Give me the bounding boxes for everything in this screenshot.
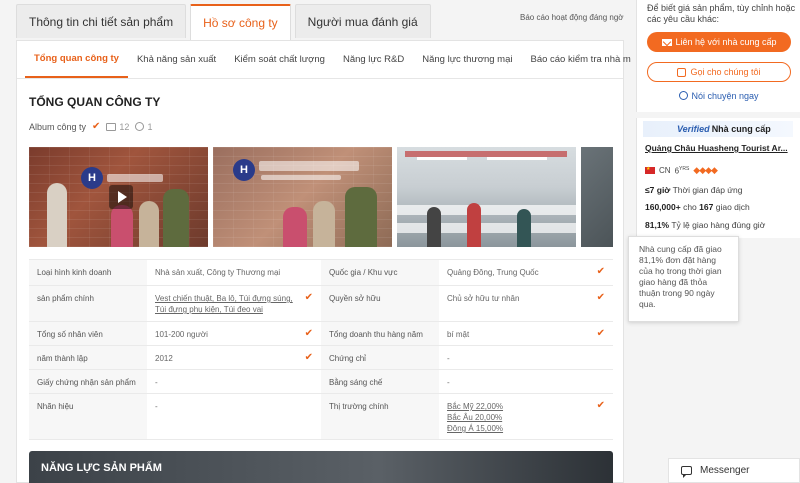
company-photo-3[interactable] — [397, 147, 576, 247]
company-photo-2[interactable]: H — [213, 147, 392, 247]
china-flag-icon — [645, 166, 655, 174]
diamond-rating-icon: ◆◆◆◆ — [693, 165, 718, 175]
verified-check-icon: ✔ — [596, 400, 605, 411]
label-main-products: sản phẩm chính — [29, 286, 147, 321]
company-profile-panel: Tổng quan công ty Khả năng sản xuất Kiểm… — [16, 40, 631, 483]
company-photo-strip: H H — [29, 147, 613, 247]
supplier-badges: CN 6YRS ◆◆◆◆ — [645, 165, 718, 176]
value-employees: 101-200 người ✔ — [155, 328, 313, 339]
label-product-certification: Giấy chứng nhận sản phẩm — [29, 370, 147, 393]
tab-product-details[interactable]: Thông tin chi tiết sản phẩm — [16, 4, 187, 38]
video-count: 1 — [147, 121, 153, 132]
contact-supplier-card: Để biết giá sản phẩm, tùy chỉnh hoặc các… — [636, 0, 800, 112]
mail-icon — [661, 38, 672, 46]
verified-badge: Verified Nhà cung cấp — [643, 121, 793, 137]
label-trademarks: Nhãn hiệu — [29, 394, 147, 439]
album-row: Album công ty ✔ 12 1 — [29, 121, 152, 132]
supplier-name-link[interactable]: Quảng Châu Huasheng Tourist Ar... — [645, 143, 795, 153]
contact-supplier-button[interactable]: Liên hệ với nhà cung cấp — [647, 32, 791, 52]
value-year-established: 2012 ✔ — [155, 352, 313, 363]
value-annual-revenue: bí mật ✔ — [447, 328, 605, 339]
chat-now-link[interactable]: Nói chuyện ngay — [637, 91, 800, 101]
label-employees: Tổng số nhân viên — [29, 322, 147, 345]
subtab-trade-capacity[interactable]: Năng lực thương mại — [413, 41, 521, 78]
info-row: Giấy chứng nhận sản phẩm - Bằng sáng chế… — [29, 370, 613, 394]
on-time-delivery-tooltip: Nhà cung cấp đã giao 81,1% đơn đặt hàng … — [628, 236, 739, 322]
product-capacity-banner: NĂNG LỰC SẢN PHẨM — [29, 451, 613, 483]
value-trademarks: - — [155, 402, 158, 411]
video-icon — [135, 122, 145, 131]
market-north-america[interactable]: Bắc Mỹ 22,00% — [447, 401, 605, 412]
image-icon — [106, 122, 117, 131]
verified-check-icon: ✔ — [92, 121, 101, 132]
message-icon — [681, 466, 692, 478]
top-tabs: Thông tin chi tiết sản phẩm Hồ sơ công t… — [16, 4, 431, 40]
section-title: TỔNG QUAN CÔNG TY — [29, 95, 161, 109]
company-photo-1[interactable]: H — [29, 147, 208, 247]
value-product-certification: - — [155, 378, 158, 387]
subtab-quality-control[interactable]: Kiểm soát chất lượng — [225, 41, 334, 78]
info-row: năm thành lập 2012 ✔ Chứng chỉ - — [29, 346, 613, 370]
tab-company-profile[interactable]: Hồ sơ công ty — [190, 4, 291, 40]
verified-check-icon: ✔ — [596, 292, 605, 303]
verified-check-icon: ✔ — [304, 352, 313, 363]
supplier-card: Verified Nhà cung cấp Quảng Châu Huashen… — [636, 118, 800, 238]
album-label[interactable]: Album công ty — [29, 122, 86, 132]
company-logo-icon: H — [233, 159, 255, 181]
chat-icon — [679, 91, 689, 100]
messenger-button[interactable]: Messenger — [668, 458, 800, 483]
tab-buyer-reviews[interactable]: Người mua đánh giá — [294, 4, 431, 38]
value-patents: - — [447, 378, 450, 387]
verified-check-icon: ✔ — [304, 328, 313, 339]
play-video-icon[interactable] — [109, 185, 133, 209]
subtab-production-capacity[interactable]: Khả năng sản xuất — [128, 41, 225, 78]
response-time: ≤7 giờ Thời gian đáp ứng — [645, 185, 743, 195]
report-suspicious-link[interactable]: Báo cáo hoạt động đáng ngờ — [520, 13, 624, 22]
label-year-established: năm thành lập — [29, 346, 147, 369]
verified-check-icon: ✔ — [596, 266, 605, 277]
label-patents: Bằng sáng chế — [321, 370, 439, 393]
contact-prompt: Để biết giá sản phẩm, tùy chỉnh hoặc các… — [647, 3, 796, 24]
company-logo-icon: H — [81, 167, 103, 189]
info-row: Nhãn hiệu - Thị trường chính Bắc Mỹ 22,0… — [29, 394, 613, 440]
info-row: sản phẩm chính Vest chiến thuật, Ba lô, … — [29, 286, 613, 322]
value-business-type: Nhà sản xuất, Công ty Thương mại — [155, 268, 281, 277]
verified-check-icon: ✔ — [304, 292, 313, 303]
label-business-type: Loại hình kinh doanh — [29, 260, 147, 285]
value-country-region: Quảng Đông, Trung Quốc ✔ — [447, 266, 605, 277]
value-main-markets: Bắc Mỹ 22,00% Bắc Âu 20,00% Đông Á 15,00… — [439, 394, 613, 439]
company-photo-4[interactable] — [581, 147, 613, 247]
market-east-asia[interactable]: Đông Á 15,00% — [447, 423, 605, 434]
sub-tabs: Tổng quan công ty Khả năng sản xuất Kiểm… — [17, 41, 631, 79]
product-capacity-title: NĂNG LỰC SẢN PHẨM — [41, 462, 162, 474]
value-ownership: Chủ sở hữu tư nhân ✔ — [447, 292, 605, 303]
subtab-company-overview[interactable]: Tổng quan công ty — [25, 41, 128, 78]
image-count: 12 — [119, 121, 130, 132]
market-northern-europe[interactable]: Bắc Âu 20,00% — [447, 412, 605, 423]
label-country-region: Quốc gia / Khu vực — [321, 260, 439, 285]
info-row: Tổng số nhân viên 101-200 người ✔ Tổng do… — [29, 322, 613, 346]
info-row: Loại hình kinh doanh Nhà sản xuất, Công … — [29, 260, 613, 286]
verified-check-icon: ✔ — [596, 328, 605, 339]
value-certificates: - — [447, 354, 450, 363]
label-annual-revenue: Tổng doanh thu hàng năm — [321, 322, 439, 345]
transactions: 160,000+ cho 167 giao dịch — [645, 202, 750, 212]
label-main-markets: Thị trường chính — [321, 394, 439, 439]
call-us-button[interactable]: Gọi cho chúng tôi — [647, 62, 791, 82]
on-time-delivery[interactable]: 81,1% Tỷ lệ giao hàng đúng giờ — [645, 220, 765, 230]
phone-icon — [677, 67, 687, 77]
label-ownership: Quyền sở hữu — [321, 286, 439, 321]
subtab-factory-report[interactable]: Báo cáo kiểm tra nhà m — [521, 41, 639, 78]
value-main-products: Vest chiến thuật, Ba lô, Túi đựng súng, … — [155, 292, 313, 314]
label-certificates: Chứng chỉ — [321, 346, 439, 369]
subtab-rnd[interactable]: Năng lực R&D — [334, 41, 413, 78]
company-info-table: Loại hình kinh doanh Nhà sản xuất, Công … — [29, 259, 613, 440]
